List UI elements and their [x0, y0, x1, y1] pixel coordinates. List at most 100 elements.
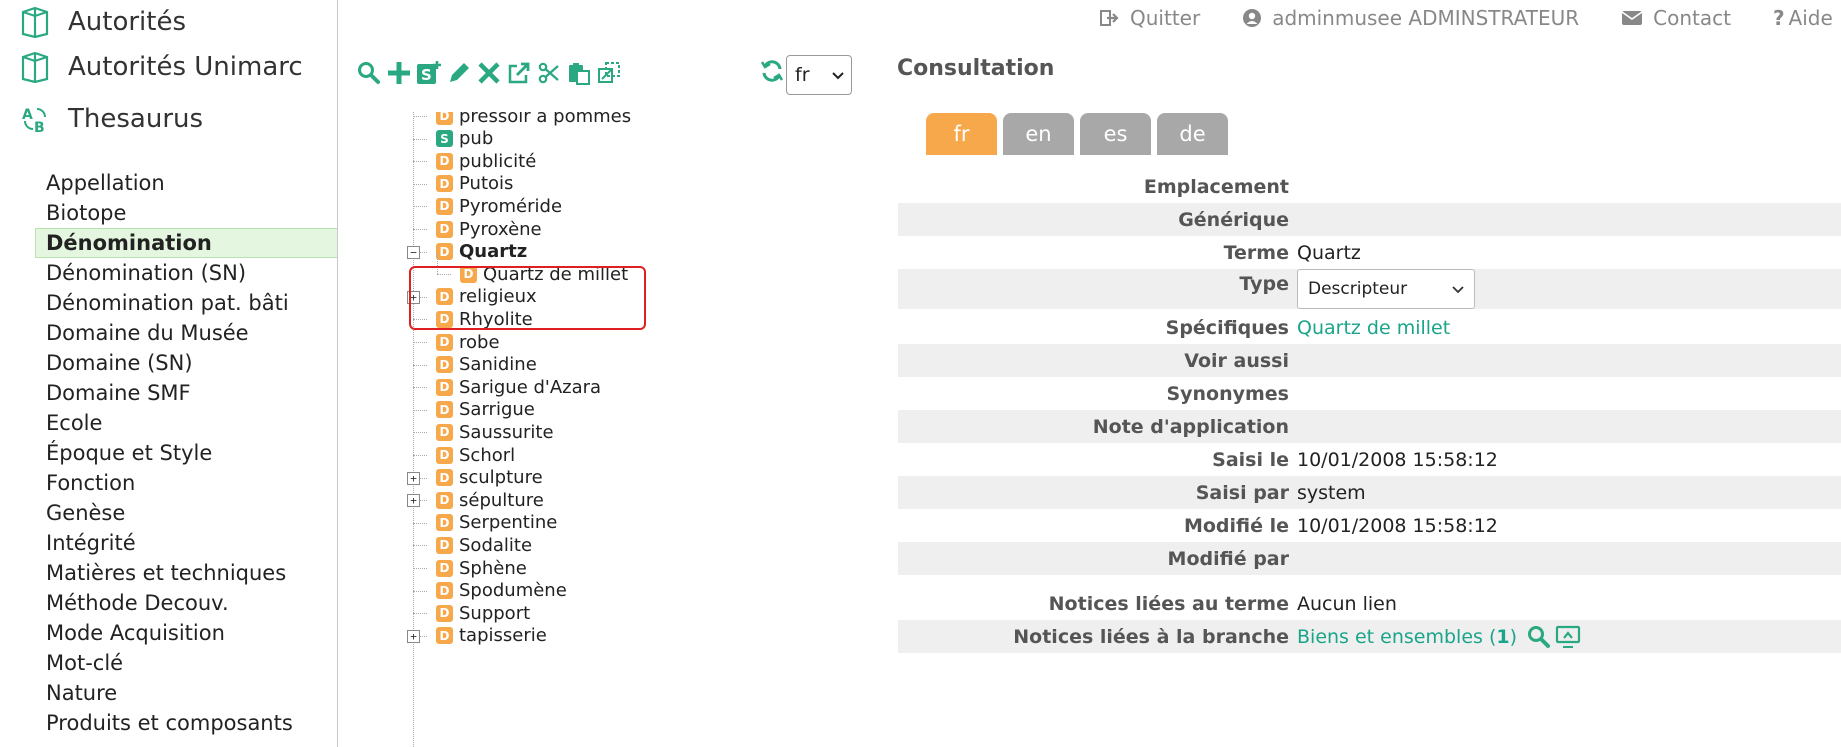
sidebar-item-denomination-pat-bati[interactable]: Dénomination pat. bâti [35, 288, 337, 318]
descriptor-badge-icon: D [436, 446, 453, 464]
search-icon[interactable] [1527, 625, 1551, 649]
sidebar-item-mot-cle[interactable]: Mot-clé [35, 648, 337, 678]
descriptor-badge-icon: D [436, 582, 453, 600]
sidebar-item-nature[interactable]: Nature [35, 678, 337, 708]
chevron-down-icon [1452, 279, 1464, 299]
tree-toolbar: S [354, 56, 624, 90]
edit-button[interactable] [444, 57, 474, 89]
tree-node-label: Sarrigue [459, 399, 535, 421]
delete-icon [478, 62, 500, 84]
add-button[interactable] [384, 57, 414, 89]
tab-fr[interactable]: fr [926, 113, 997, 155]
tree-node[interactable]: Dtapisserie [436, 623, 547, 649]
tree-node-label: sépulture [459, 489, 544, 511]
descriptor-badge-icon: D [436, 220, 453, 238]
sidebar-item-biotope[interactable]: Biotope [35, 198, 337, 228]
tab-es[interactable]: es [1080, 113, 1151, 155]
sidebar-item-genese[interactable]: Genèse [35, 498, 337, 528]
quit-link[interactable]: Quitter [1100, 6, 1200, 30]
sidebar-item-matieres-et-techniques[interactable]: Matières et techniques [35, 558, 337, 588]
tree-node-label: robe [459, 331, 500, 353]
field-label: Modifié le [1183, 514, 1289, 537]
tree-node-label: Putois [459, 173, 514, 195]
open-list-icon[interactable] [1555, 625, 1581, 649]
sidebar-item-ecole[interactable]: Ecole [35, 408, 337, 438]
field-label: Saisi le [1212, 448, 1289, 471]
tree-node-label: Sanidine [459, 354, 537, 376]
tree-connector [413, 613, 427, 615]
descriptor-badge-icon: D [436, 175, 453, 193]
specifique-link[interactable]: Quartz de millet [1297, 317, 1450, 339]
expand-toggle-icon[interactable]: + [407, 629, 420, 643]
envelope-icon [1621, 9, 1643, 27]
module-link-autorites[interactable]: Autorités [18, 2, 186, 42]
sidebar-item-methode-decouv[interactable]: Méthode Decouv. [35, 588, 337, 618]
help-label: Aide [1788, 6, 1833, 30]
merge-button[interactable] [594, 57, 624, 89]
svg-text:B: B [34, 120, 45, 135]
tree-node-label: Quartz de millet [483, 263, 629, 285]
expand-toggle-icon[interactable]: + [407, 494, 420, 508]
search-button[interactable] [354, 57, 384, 89]
contact-link[interactable]: Contact [1621, 6, 1731, 30]
open-external-button[interactable] [504, 57, 534, 89]
sidebar-item-domaine-du-musee[interactable]: Domaine du Musée [35, 318, 337, 348]
detail-table: Emplacement Générique Terme Quartz Type … [898, 170, 1841, 653]
user-link[interactable]: adminmusee ADMINSTRATEUR [1242, 6, 1579, 30]
sidebar-item-integrite[interactable]: Intégrité [35, 528, 337, 558]
sidebar-item-mode-acquisition[interactable]: Mode Acquisition [35, 618, 337, 648]
tree-connector [413, 364, 427, 366]
field-label: Terme [1223, 241, 1289, 264]
row-notices-branche: Notices liées à la branche Biens et ense… [898, 620, 1841, 653]
cut-button[interactable] [534, 57, 564, 89]
tab-de[interactable]: de [1157, 113, 1228, 155]
expand-toggle-icon[interactable]: + [407, 290, 420, 304]
sidebar-item-fonction[interactable]: Fonction [35, 468, 337, 498]
tree-connector [413, 229, 427, 230]
tree-connector [413, 138, 427, 140]
terme-value: Quartz [1297, 241, 1361, 264]
sidebar-item-denomination-sn[interactable]: Dénomination (SN) [35, 258, 337, 288]
tree-connector [413, 319, 427, 321]
tree-node-label: Schorl [459, 444, 516, 466]
module-link-autorites-unimarc[interactable]: Autorités Unimarc [18, 47, 303, 87]
notices-branche-link[interactable]: Biens et ensembles (1) [1297, 626, 1517, 648]
tree-node-label: sculpture [459, 467, 543, 489]
sidebar: Autorités Autorités Unimarc AB Thesaurus… [0, 0, 338, 747]
sidebar-item-denomination[interactable]: Dénomination [35, 228, 337, 258]
sidebar-item-epoque-et-style[interactable]: Époque et Style [35, 438, 337, 468]
field-value: Aucun lien [1297, 592, 1397, 615]
descriptor-badge-icon: D [436, 333, 453, 351]
field-value: Biens et ensembles (1) [1293, 625, 1581, 649]
paste-button[interactable] [564, 57, 594, 89]
module-link-thesaurus[interactable]: AB Thesaurus [18, 99, 203, 139]
sidebar-item-domaine-sn[interactable]: Domaine (SN) [35, 348, 337, 378]
collapse-toggle-icon[interactable]: − [407, 245, 420, 259]
sidebar-item-produits-et-composants[interactable]: Produits et composants [35, 708, 337, 738]
row-terme: Terme Quartz [898, 236, 1841, 269]
delete-button[interactable] [474, 57, 504, 89]
tree-node-label: Quartz [459, 241, 528, 263]
tab-en[interactable]: en [1003, 113, 1074, 155]
sidebar-item-domaine-smf[interactable]: Domaine SMF [35, 378, 337, 408]
refresh-button[interactable] [758, 56, 786, 86]
sidebar-item-appellation[interactable]: Appellation [35, 168, 337, 198]
descriptor-badge-icon: D [436, 197, 453, 215]
help-link[interactable]: ? Aide [1773, 6, 1833, 30]
tree-node-label: Saussurite [459, 421, 554, 443]
add-synonym-button[interactable]: S [414, 57, 444, 89]
field-label: Générique [1178, 208, 1289, 231]
type-select[interactable]: Descripteur [1297, 269, 1475, 309]
svg-text:A: A [22, 107, 33, 123]
field-value: system [1297, 481, 1366, 504]
descriptor-badge-icon: D [460, 265, 477, 283]
contact-label: Contact [1653, 6, 1731, 30]
question-icon: ? [1772, 6, 1785, 30]
descriptor-badge-icon: D [436, 491, 453, 509]
tree-connector [413, 455, 427, 456]
language-select[interactable]: fr [786, 55, 852, 95]
expand-toggle-icon[interactable]: + [407, 471, 420, 485]
thesaurus-tree: Dpressoir à pommes Spub Dpublicité D Putois D… [400, 112, 730, 747]
sign-out-icon [1100, 8, 1120, 28]
tree-connector [413, 432, 427, 434]
